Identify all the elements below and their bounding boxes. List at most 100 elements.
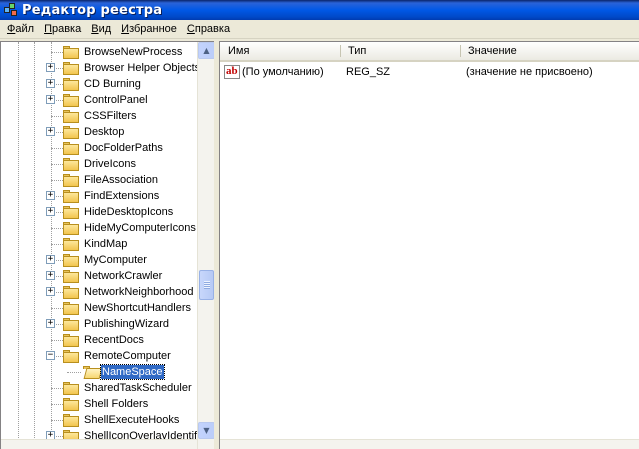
menu-help[interactable]: Справка (182, 23, 235, 35)
column-value-header[interactable]: Значение (462, 42, 639, 60)
tree-item-label: RemoteComputer (84, 350, 171, 362)
value-data: (значение не присвоено) (466, 66, 593, 78)
tree-item-label: BrowseNewProcess (84, 46, 183, 58)
tree-item-label: CD Burning (84, 78, 141, 90)
scroll-up-button[interactable]: ▲ (198, 42, 214, 59)
tree-item[interactable]: + MyComputer (1, 252, 198, 268)
tree-item[interactable]: HideMyComputerIcons (1, 220, 198, 236)
column-separator[interactable] (460, 45, 461, 57)
tree-item[interactable]: KindMap (1, 236, 198, 252)
expand-icon[interactable]: + (46, 207, 55, 216)
tree-item-label: HideDesktopIcons (84, 206, 174, 218)
tree-item-label: CSSFilters (84, 110, 137, 122)
folder-icon (63, 94, 79, 107)
expand-icon[interactable]: + (46, 191, 55, 200)
tree-item[interactable]: + CD Burning (1, 76, 198, 92)
menu-file[interactable]: Файл (2, 23, 39, 35)
folder-icon (63, 414, 79, 427)
tree-item[interactable]: ShellExecuteHooks (1, 412, 198, 428)
tree-item-label: DocFolderPaths (84, 142, 163, 154)
expand-icon[interactable]: + (46, 319, 55, 328)
scroll-down-button[interactable]: ▼ (198, 422, 214, 439)
tree-item[interactable]: + NetworkCrawler (1, 268, 198, 284)
list-header: Имя Тип Значение (220, 42, 639, 62)
tree-item-label: NewShortcutHandlers (84, 302, 191, 314)
tree-item-label: SharedTaskScheduler (84, 382, 192, 394)
tree-item[interactable]: NewShortcutHandlers (1, 300, 198, 316)
open-folder-icon (83, 366, 103, 379)
expand-icon[interactable]: + (46, 287, 55, 296)
tree-item[interactable]: + NetworkNeighborhood (1, 284, 198, 300)
tree-item[interactable]: Shell Folders (1, 396, 198, 412)
values-list-pane[interactable]: Имя Тип Значение ab (По умолчанию) REG_S… (219, 41, 639, 449)
folder-icon (63, 190, 79, 203)
tree-connector (51, 388, 63, 389)
tree-item[interactable]: − RemoteComputer (1, 348, 198, 364)
tree-item[interactable]: NameSpace (1, 364, 198, 380)
collapse-icon[interactable]: − (46, 351, 55, 360)
tree-item[interactable]: + PublishingWizard (1, 316, 198, 332)
folder-icon (63, 398, 79, 411)
tree-connector (51, 52, 63, 53)
tree-vertical-scrollbar[interactable]: ▲ ▼ (197, 42, 214, 449)
folder-icon (63, 46, 79, 59)
tree-connector (51, 404, 63, 405)
expand-icon[interactable]: + (46, 63, 55, 72)
tree-item[interactable]: + Desktop (1, 124, 198, 140)
column-name-header[interactable]: Имя (222, 42, 340, 60)
tree-item-label: FileAssociation (84, 174, 158, 186)
expand-icon[interactable]: + (46, 255, 55, 264)
tree-content: BrowseNewProcess + Browser Helper Objects +… (1, 42, 198, 449)
folder-icon (63, 382, 79, 395)
tree-item-label: ControlPanel (84, 94, 148, 106)
expand-icon[interactable]: + (46, 271, 55, 280)
registry-editor-icon (4, 3, 18, 17)
tree-item[interactable]: RecentDocs (1, 332, 198, 348)
tree-horizontal-scrollbar[interactable] (1, 439, 198, 449)
expand-icon[interactable]: + (46, 79, 55, 88)
title-bar: Редактор реестра (0, 0, 639, 20)
menu-edit[interactable]: Правка (39, 23, 86, 35)
column-type-header[interactable]: Тип (342, 42, 460, 60)
tree-item-label: NetworkCrawler (84, 270, 163, 282)
list-row[interactable]: ab (По умолчанию) REG_SZ (значение не пр… (220, 64, 639, 81)
scroll-thumb[interactable] (199, 270, 214, 300)
tree-item[interactable]: + Browser Helper Objects (1, 60, 198, 76)
tree-item[interactable]: + ControlPanel (1, 92, 198, 108)
menu-view[interactable]: Вид (86, 23, 116, 35)
folder-icon (63, 110, 79, 123)
tree-item[interactable]: BrowseNewProcess (1, 44, 198, 60)
tree-item-label: DriveIcons (84, 158, 136, 170)
folder-icon (63, 126, 79, 139)
folder-icon (63, 318, 79, 331)
tree-item-label: Shell Folders (84, 398, 149, 410)
folder-icon (63, 174, 79, 187)
tree-connector (51, 340, 63, 341)
tree-item[interactable]: + FindExtensions (1, 188, 198, 204)
tree-item[interactable]: FileAssociation (1, 172, 198, 188)
folder-icon (63, 238, 79, 251)
expand-icon[interactable]: + (46, 95, 55, 104)
tree-connector (51, 420, 63, 421)
tree-connector (51, 116, 63, 117)
folder-icon (63, 78, 79, 91)
folder-icon (63, 302, 79, 315)
tree-connector (51, 164, 63, 165)
tree-item[interactable]: DocFolderPaths (1, 140, 198, 156)
tree-item[interactable]: + HideDesktopIcons (1, 204, 198, 220)
expand-icon[interactable]: + (46, 127, 55, 136)
tree-item[interactable]: SharedTaskScheduler (1, 380, 198, 396)
tree-connector (51, 228, 63, 229)
tree-item[interactable]: DriveIcons (1, 156, 198, 172)
list-horizontal-scrollbar[interactable] (220, 439, 639, 449)
folder-icon (63, 206, 79, 219)
column-separator[interactable] (340, 45, 341, 57)
tree-item-label: Browser Helper Objects (84, 62, 198, 74)
value-name: (По умолчанию) (242, 66, 324, 78)
tree-connector (51, 308, 63, 309)
tree-item[interactable]: CSSFilters (1, 108, 198, 124)
menu-favorites[interactable]: Избранное (116, 23, 182, 35)
registry-tree-pane[interactable]: BrowseNewProcess + Browser Helper Objects +… (0, 41, 214, 449)
menu-bar: Файл Правка Вид Избранное Справка (0, 20, 639, 39)
folder-icon (63, 350, 79, 363)
